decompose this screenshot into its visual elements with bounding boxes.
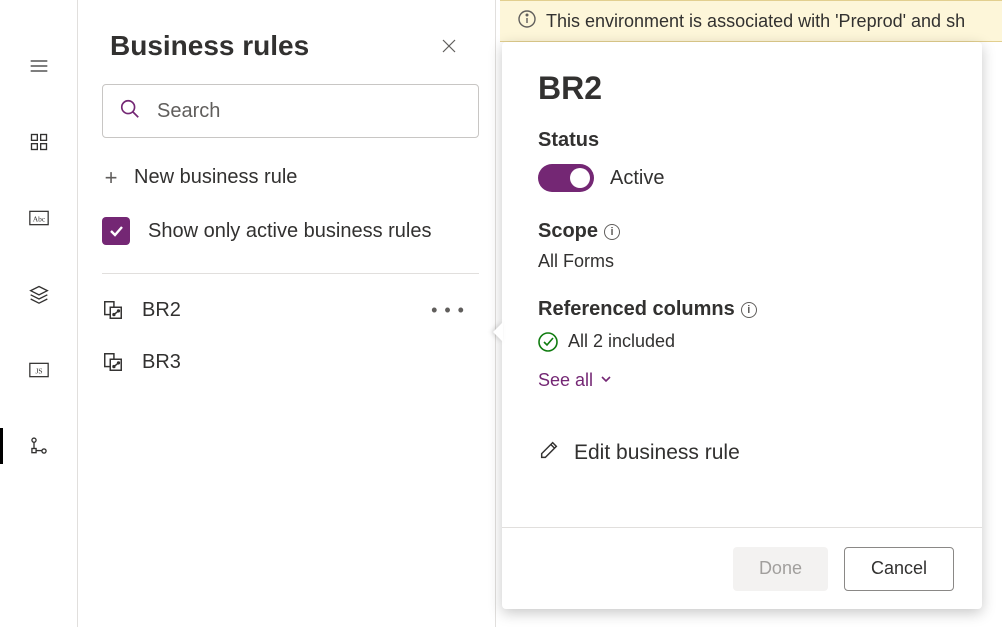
list-item[interactable]: BR3 — [78, 336, 495, 388]
new-business-rule-label: New business rule — [134, 166, 297, 189]
included-text: All 2 included — [568, 331, 675, 352]
check-circle-icon — [538, 332, 558, 352]
apps-icon[interactable] — [0, 104, 78, 180]
done-button: Done — [733, 547, 828, 591]
show-active-checkbox[interactable] — [102, 217, 130, 245]
more-icon[interactable]: • • • — [431, 300, 465, 321]
info-icon[interactable]: i — [604, 224, 620, 240]
info-icon[interactable]: i — [741, 302, 757, 318]
scope-label: Scopei — [538, 220, 946, 243]
environment-banner: This environment is associated with 'Pre… — [500, 0, 1002, 42]
rule-name-label: BR2 — [142, 299, 181, 322]
search-icon — [119, 98, 141, 125]
pencil-icon — [538, 439, 560, 467]
status-toggle[interactable] — [538, 164, 594, 192]
left-rail: Abc JS — [0, 0, 78, 627]
see-all-label: See all — [538, 370, 593, 391]
card-title: BR2 — [538, 70, 946, 107]
rule-icon — [102, 299, 124, 321]
edit-business-rule-button[interactable]: Edit business rule — [538, 439, 946, 467]
hamburger-icon[interactable] — [0, 28, 78, 104]
layers-icon[interactable] — [0, 256, 78, 332]
scope-value: All Forms — [538, 251, 946, 272]
included-row: All 2 included — [538, 331, 946, 352]
svg-text:Abc: Abc — [32, 214, 45, 223]
cancel-button[interactable]: Cancel — [844, 547, 954, 591]
show-active-label: Show only active business rules — [148, 220, 431, 243]
list-item[interactable]: BR2 • • • — [78, 284, 495, 336]
plus-icon: + — [102, 167, 120, 189]
process-flow-icon[interactable] — [0, 408, 78, 484]
js-icon[interactable]: JS — [0, 332, 78, 408]
new-business-rule-button[interactable]: + New business rule — [102, 166, 479, 189]
search-field[interactable] — [157, 100, 462, 123]
referenced-columns-label: Referenced columnsi — [538, 298, 946, 321]
see-all-button[interactable]: See all — [538, 370, 946, 391]
business-rules-panel: Business rules + New business rule Show … — [78, 0, 496, 627]
abc-icon[interactable]: Abc — [0, 180, 78, 256]
status-value: Active — [610, 167, 664, 190]
status-label: Status — [538, 129, 946, 152]
info-icon — [518, 10, 536, 33]
svg-text:JS: JS — [35, 366, 42, 375]
rule-details-card: BR2 Status Active Scopei All Forms Refer… — [502, 42, 982, 609]
panel-title: Business rules — [110, 30, 309, 62]
rule-list: BR2 • • • BR3 — [78, 284, 495, 388]
rule-name-label: BR3 — [142, 351, 181, 374]
rule-icon — [102, 351, 124, 373]
close-icon[interactable] — [433, 30, 465, 62]
search-input[interactable] — [102, 84, 479, 138]
banner-text: This environment is associated with 'Pre… — [546, 11, 965, 32]
chevron-down-icon — [599, 370, 613, 391]
edit-label: Edit business rule — [574, 441, 740, 465]
